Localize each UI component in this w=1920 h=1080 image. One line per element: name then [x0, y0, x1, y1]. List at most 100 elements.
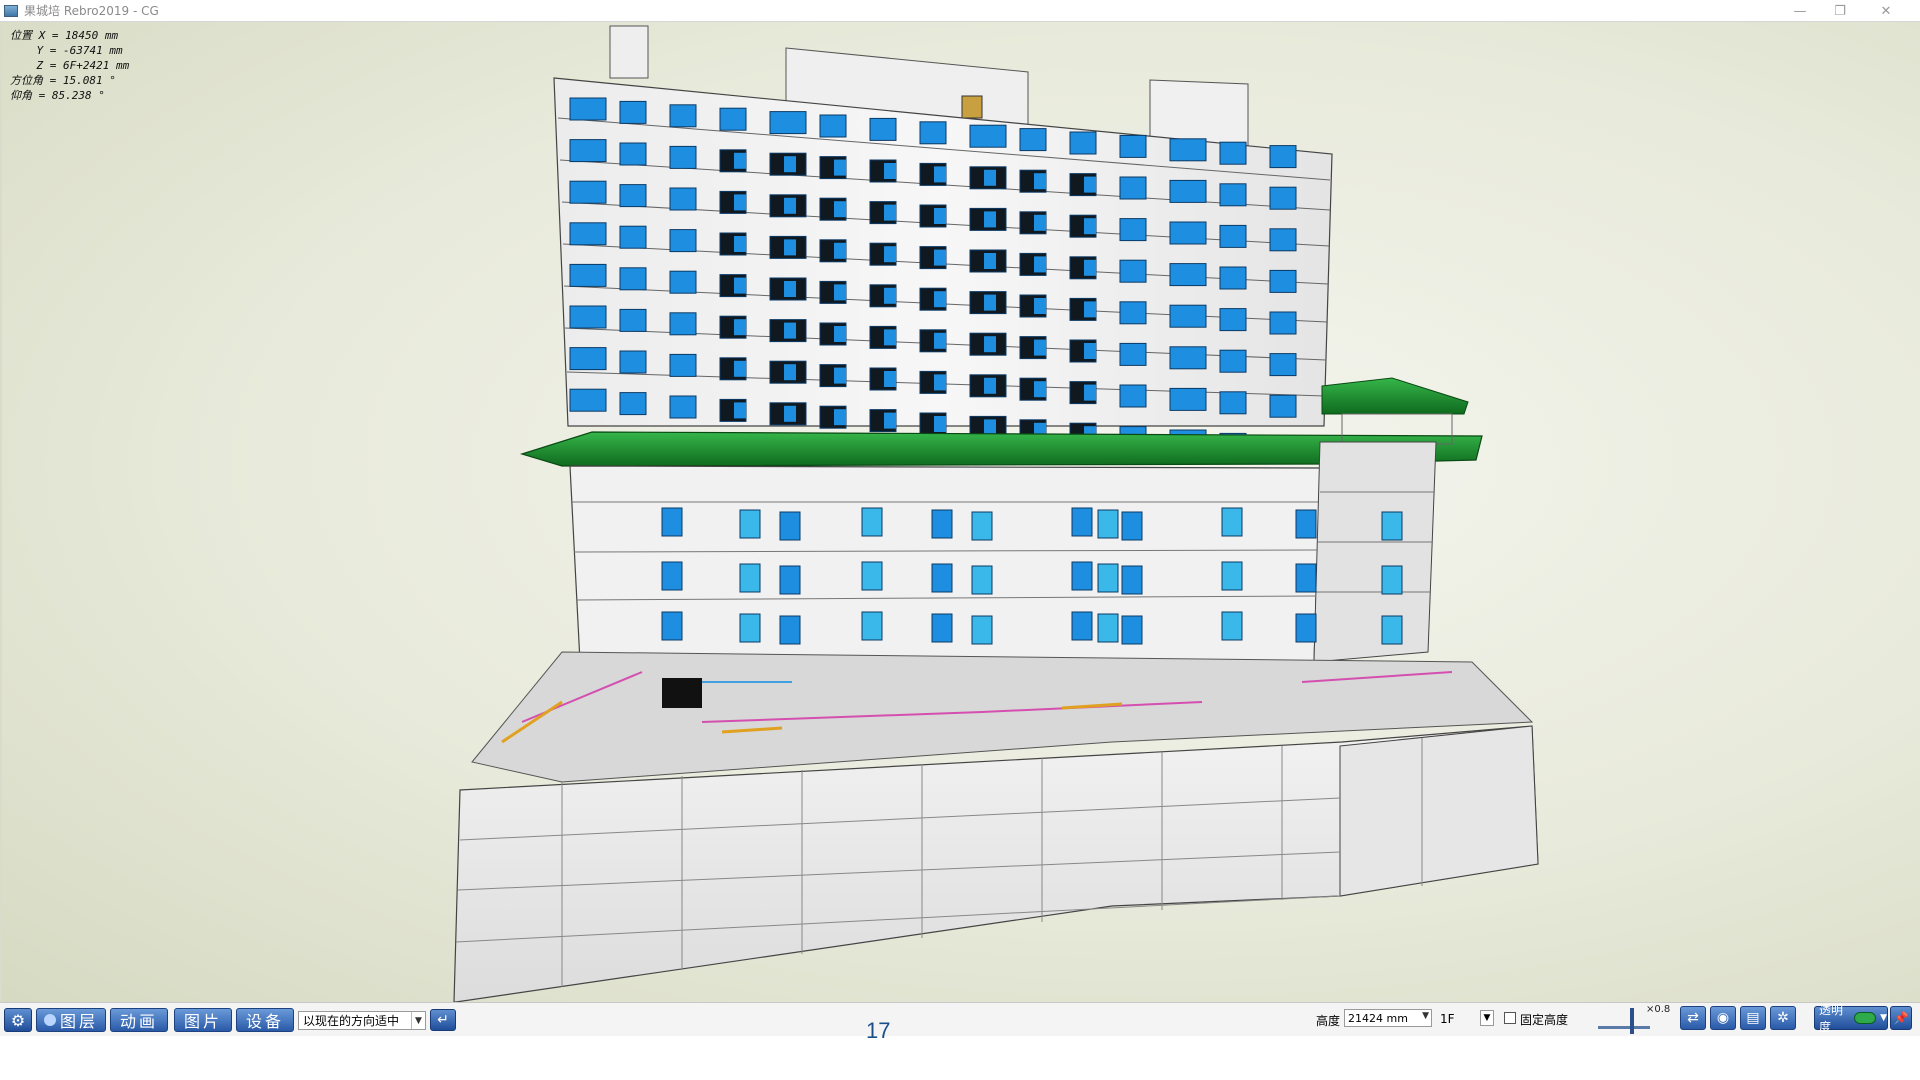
window-pane — [1084, 218, 1096, 235]
maximize-button[interactable]: ❐ — [1820, 0, 1860, 22]
layers-button[interactable]: 图层 — [36, 1008, 106, 1032]
window — [1169, 304, 1207, 328]
opacity-label: 透明度 — [1819, 1003, 1844, 1034]
window-pane — [834, 326, 846, 342]
opacity-toggle[interactable]: 透明度 ▼ — [1814, 1003, 1888, 1034]
window — [669, 229, 697, 253]
window-pane — [784, 156, 796, 173]
window — [1219, 141, 1247, 165]
fixed-height-checkbox[interactable] — [1504, 1012, 1516, 1024]
building-model[interactable] — [2, 22, 1920, 1002]
window-pane — [884, 163, 896, 179]
window — [1221, 507, 1243, 537]
window-pane — [834, 159, 846, 176]
window-pane — [884, 412, 896, 429]
window — [861, 561, 883, 591]
window-pane — [984, 336, 996, 353]
window-pane — [1084, 176, 1096, 193]
window — [719, 107, 747, 131]
animation-button[interactable]: 动画 — [110, 1008, 168, 1032]
window — [1295, 563, 1317, 593]
close-button[interactable]: ✕ — [1866, 0, 1906, 22]
window — [779, 615, 801, 645]
window — [1119, 259, 1147, 283]
window — [1169, 138, 1207, 162]
window-title: 果城培 Rebro2019 - CG — [24, 4, 159, 18]
floor-dropdown-button[interactable]: ▼ — [1480, 1010, 1494, 1026]
window — [1097, 509, 1119, 539]
window — [1119, 218, 1147, 242]
camera-icon[interactable]: ◉ — [1710, 1006, 1736, 1030]
window — [1169, 179, 1207, 203]
equipment-button[interactable]: 设备 — [236, 1008, 294, 1032]
window — [1071, 561, 1093, 591]
window — [1219, 266, 1247, 290]
window — [861, 507, 883, 537]
swap-icon[interactable]: ⇄ — [1680, 1006, 1706, 1030]
window — [1169, 263, 1207, 287]
window-pane — [984, 211, 996, 228]
window-pane — [834, 201, 846, 218]
window — [931, 563, 953, 593]
window — [661, 507, 683, 537]
window-pane — [934, 249, 946, 266]
view-gear-icon[interactable]: ✲ — [1770, 1006, 1796, 1030]
zoom-slider-track[interactable] — [1598, 1026, 1650, 1029]
height-input[interactable]: 21424 mm ▼ — [1344, 1009, 1432, 1027]
window — [1069, 131, 1097, 155]
window — [1219, 308, 1247, 332]
view-fit-select[interactable]: 以现在的方向适中 ▼ — [298, 1011, 426, 1030]
window-pane — [834, 367, 846, 384]
window-pane — [1084, 301, 1096, 318]
window-pane — [1034, 298, 1046, 314]
picture-label: 图片 — [183, 1012, 222, 1031]
window — [569, 347, 607, 371]
window-pane — [1084, 343, 1096, 359]
window-pane — [734, 194, 746, 211]
window — [739, 509, 761, 539]
window-pane — [784, 197, 796, 214]
zoom-slider-thumb[interactable] — [1630, 1008, 1634, 1034]
window — [1219, 183, 1247, 207]
window — [619, 308, 647, 332]
window — [1169, 346, 1207, 370]
window — [1295, 613, 1317, 643]
3d-viewport[interactable]: 位置 X = 18450 mm Y = -63741 mm Z = 6F+242… — [0, 22, 1920, 1002]
window — [1121, 615, 1143, 645]
floor-label: 1F — [1440, 1012, 1455, 1026]
window — [1269, 311, 1297, 335]
window — [1269, 394, 1297, 418]
window-pane — [734, 319, 746, 336]
window — [1269, 186, 1297, 210]
window — [1295, 509, 1317, 539]
window — [971, 615, 993, 645]
window-pane — [934, 416, 946, 432]
settings-gear-icon[interactable]: ⚙ — [4, 1008, 32, 1032]
pin-icon[interactable]: 📌 — [1890, 1006, 1912, 1030]
page-number: 17 — [866, 1018, 891, 1043]
chevron-down-icon: ▼ — [1422, 1011, 1429, 1021]
window — [1119, 342, 1147, 366]
window — [1169, 221, 1207, 245]
chevron-down-icon: ▼ — [1880, 1013, 1887, 1023]
window-pane — [934, 374, 946, 391]
equipment-label: 设备 — [245, 1012, 284, 1031]
minimize-button[interactable]: — — [1780, 0, 1820, 22]
window-pane — [934, 291, 946, 308]
picture-button[interactable]: 图片 — [174, 1008, 232, 1032]
enter-icon[interactable]: ↵ — [430, 1009, 456, 1031]
window — [669, 395, 697, 419]
window — [1071, 507, 1093, 537]
print-icon[interactable]: ▤ — [1740, 1006, 1766, 1030]
window — [1119, 301, 1147, 325]
window — [569, 97, 607, 121]
window — [1097, 563, 1119, 593]
window-pane — [1034, 381, 1046, 398]
window-pane — [734, 152, 746, 169]
window-pane — [734, 402, 746, 419]
window — [1019, 128, 1047, 152]
window-pane — [784, 405, 796, 422]
window — [779, 565, 801, 595]
window — [931, 613, 953, 643]
window — [1381, 615, 1403, 645]
